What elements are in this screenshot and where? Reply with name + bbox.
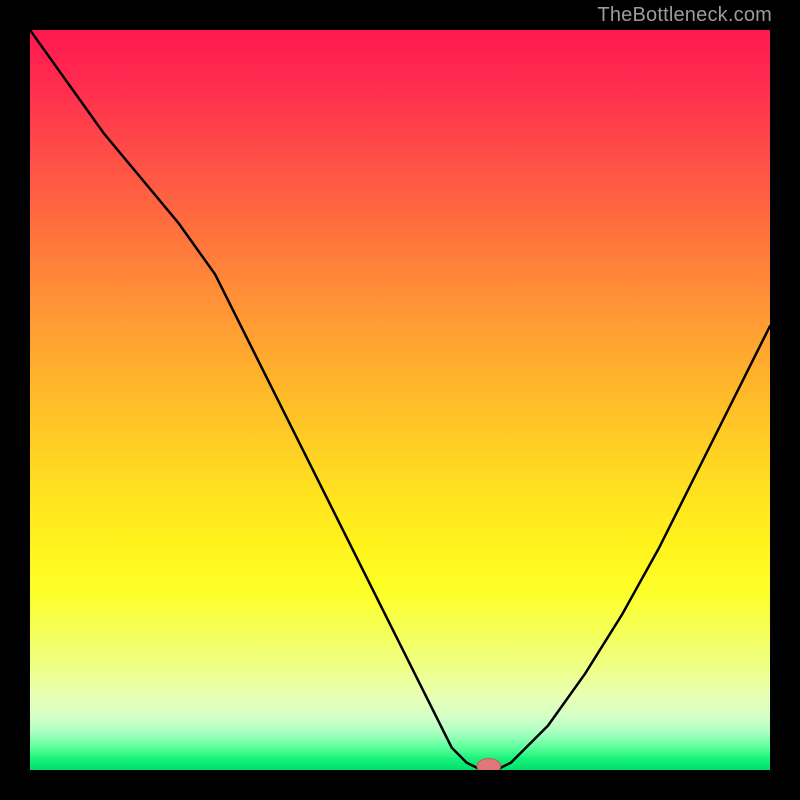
chart-frame: TheBottleneck.com	[0, 0, 800, 800]
curve-line	[30, 30, 770, 770]
plot-area	[30, 30, 770, 770]
chart-svg	[30, 30, 770, 770]
watermark-text: TheBottleneck.com	[597, 4, 772, 27]
minimum-marker	[477, 759, 501, 770]
